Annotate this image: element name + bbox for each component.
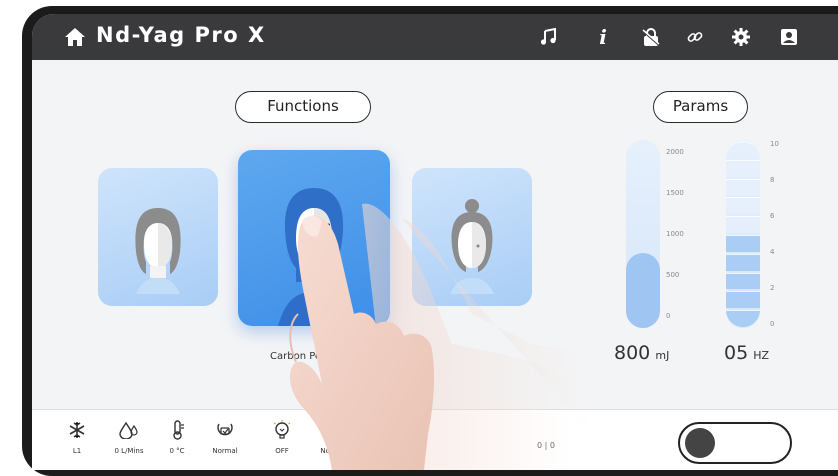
- carbon-peeling-card[interactable]: [238, 150, 390, 326]
- face-card-3[interactable]: [412, 168, 532, 306]
- status-temperature-label: 0 °C: [169, 447, 185, 455]
- frequency-tick: 6: [770, 212, 775, 220]
- energy-bar-fill: [626, 253, 660, 328]
- status-mode-2-label: Normal: [320, 447, 346, 455]
- face-card-1[interactable]: [98, 168, 218, 306]
- status-temperature[interactable]: 0 °C: [152, 418, 202, 455]
- frequency-segment: [726, 216, 760, 233]
- energy-tick: 0: [666, 312, 671, 320]
- music-icon[interactable]: [537, 26, 559, 48]
- frequency-bar[interactable]: [726, 140, 760, 328]
- thermometer-icon: [152, 418, 202, 442]
- frequency-tick: 10: [770, 140, 779, 148]
- frequency-segment: [726, 197, 760, 215]
- frequency-tick: 8: [770, 176, 775, 184]
- status-water-flow-label: 0 L/Mins: [114, 447, 144, 455]
- frequency-segment: [726, 310, 760, 327]
- energy-bar[interactable]: [626, 140, 660, 328]
- status-cooling-label: L1: [72, 447, 82, 455]
- mode-2-icon: [308, 418, 358, 442]
- lock-icon[interactable]: [640, 26, 662, 48]
- functions-pill: Functions: [235, 91, 371, 123]
- standby-toggle[interactable]: [678, 422, 792, 464]
- frequency-unit: HZ: [753, 349, 770, 362]
- frequency-value: 05: [724, 342, 749, 364]
- status-bar: L1 0 L/Mins 0 °C Normal OFF Normal 0 | 0: [32, 409, 838, 470]
- frequency-segment: [726, 272, 760, 290]
- pulse-counter: 0 | 0: [537, 441, 555, 450]
- title-bar: Nd-Yag Pro X i: [32, 14, 838, 60]
- status-mode-label: Normal: [212, 447, 238, 455]
- frequency-segment: [726, 235, 760, 252]
- status-mode[interactable]: Normal: [200, 418, 250, 455]
- frequency-segment: [726, 141, 760, 158]
- energy-readout: 800 mJ: [614, 342, 669, 364]
- screen: Nd-Yag Pro X i Functions Params Carbon P…: [32, 14, 838, 470]
- energy-tick: 500: [666, 271, 680, 279]
- gear-icon[interactable]: [730, 26, 752, 48]
- energy-tick: 1000: [666, 230, 684, 238]
- user-icon[interactable]: [778, 26, 800, 48]
- water-drop-icon: [104, 418, 154, 442]
- app-title: Nd-Yag Pro X: [96, 23, 266, 47]
- status-light[interactable]: OFF: [257, 418, 307, 455]
- toggle-knob: [685, 428, 715, 458]
- frequency-tick: 0: [770, 320, 775, 328]
- frequency-segment: [726, 253, 760, 271]
- status-cooling[interactable]: L1: [52, 418, 102, 455]
- mode-icon: [200, 418, 250, 442]
- snowflake-icon: [52, 418, 102, 442]
- status-mode-2[interactable]: Normal: [308, 418, 358, 455]
- frequency-segment: [726, 159, 760, 177]
- info-icon[interactable]: i: [592, 25, 614, 49]
- frequency-tick: 2: [770, 284, 775, 292]
- home-icon[interactable]: [64, 27, 86, 47]
- energy-tick: 2000: [666, 148, 684, 156]
- link-icon[interactable]: [684, 26, 706, 48]
- frequency-segment: [726, 178, 760, 196]
- status-light-label: OFF: [275, 447, 289, 455]
- status-water-flow[interactable]: 0 L/Mins: [104, 418, 154, 455]
- frequency-tick: 4: [770, 248, 775, 256]
- params-pill: Params: [653, 91, 748, 123]
- energy-tick: 1500: [666, 189, 684, 197]
- bulb-icon: [257, 418, 307, 442]
- energy-unit: mJ: [655, 349, 670, 362]
- frequency-segment: [726, 291, 760, 309]
- energy-value: 800: [614, 342, 651, 364]
- carbon-peeling-label: Carbon Peeling: [270, 351, 346, 362]
- frequency-readout: 05 HZ: [724, 342, 769, 364]
